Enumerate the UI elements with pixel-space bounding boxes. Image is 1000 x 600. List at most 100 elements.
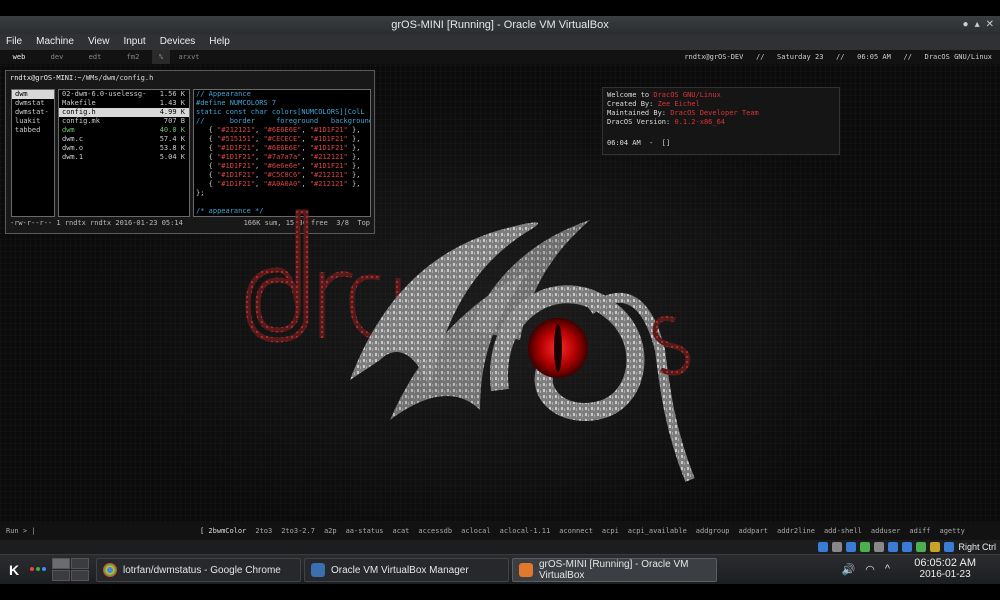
dwm-status-text: rndtx@grOS-DEV // Saturday 23 // 06:05 A… — [684, 53, 992, 61]
list-item[interactable]: dwm.o 53.8 K — [59, 144, 189, 153]
file-info: -rw-r--r-- 1 rndtx rndtx 2016-01-23 05:1… — [10, 219, 183, 227]
list-item[interactable]: tabbed — [12, 126, 54, 135]
run-prompt[interactable]: Run > | — [6, 522, 36, 540]
dwm-bar: web dev edt fm2 % arxvt rndtx@grOS-DEV /… — [0, 50, 1000, 64]
ranger-parent-column[interactable]: dwm dwmstat dwmstat- luakit tabbed — [11, 89, 55, 217]
tray-expand-icon[interactable]: ^ — [885, 563, 890, 576]
vbox-menubar: File Machine View Input Devices Help — [0, 34, 1000, 50]
close-icon[interactable]: ✕ — [986, 16, 994, 34]
volume-icon[interactable]: 🔊 — [842, 563, 856, 576]
desktop-3[interactable] — [52, 570, 70, 581]
command-item[interactable]: aconnect — [559, 522, 593, 540]
list-item[interactable]: dwm.1 5.04 K — [59, 153, 189, 162]
dwm-tag-fm2[interactable]: fm2 — [114, 50, 152, 64]
cpu-icon[interactable] — [930, 542, 941, 552]
virtualbox-icon — [311, 563, 325, 577]
welcome-terminal[interactable]: Welcome to DracOS GNU/Linux Created By: … — [602, 87, 840, 155]
window-titlebar[interactable]: grOS-MINI [Running] - Oracle VM VirtualB… — [0, 16, 1000, 34]
menu-help[interactable]: Help — [209, 34, 230, 50]
menu-view[interactable]: View — [88, 34, 110, 50]
command-item[interactable]: 2to3 — [255, 522, 272, 540]
menu-devices[interactable]: Devices — [160, 34, 196, 50]
command-item[interactable]: aclocal — [461, 522, 491, 540]
minimize-icon[interactable]: ● — [963, 16, 969, 34]
list-item[interactable]: luakit — [12, 117, 54, 126]
dwm-tag-layout[interactable]: % — [152, 50, 170, 64]
desktop-4[interactable] — [71, 570, 89, 581]
command-item[interactable]: aa-status — [346, 522, 384, 540]
shell-prompt[interactable]: 06:04 AM - [] — [607, 139, 670, 148]
dmenu-run-bar[interactable]: Run > | [ 2bwmColor 2to3 2to3-2.7 a2p aa… — [0, 522, 1000, 540]
display-icon[interactable] — [902, 542, 913, 552]
optical-drive-icon[interactable] — [832, 542, 843, 552]
vm-window-icon — [519, 563, 533, 577]
command-item[interactable]: adiff — [909, 522, 930, 540]
list-item[interactable]: dwmstat- — [12, 108, 54, 117]
list-item[interactable]: dwm — [12, 90, 54, 99]
host-taskbar: K lotrfan/dwmstatus - Google Chrome Orac… — [0, 554, 1000, 584]
menu-machine[interactable]: Machine — [36, 34, 74, 50]
command-item[interactable]: addr2line — [777, 522, 815, 540]
command-item[interactable]: acpi_available — [628, 522, 687, 540]
dwm-tag-dev[interactable]: dev — [38, 50, 76, 64]
task-vbox-manager[interactable]: Oracle VM VirtualBox Manager — [304, 558, 509, 582]
dwm-tag-arxvt[interactable]: arxvt — [170, 50, 208, 64]
command-item[interactable]: accessdb — [418, 522, 452, 540]
menu-file[interactable]: File — [6, 34, 22, 50]
dwm-tag-edt[interactable]: edt — [76, 50, 114, 64]
list-item[interactable]: Makefile 1.43 K — [59, 99, 189, 108]
code-line: { "#515151", "#CECECE", "#1D1F21" }, — [196, 135, 361, 143]
audio-icon[interactable] — [846, 542, 857, 552]
list-item[interactable]: dwm.c 57.4 K — [59, 135, 189, 144]
dwm-tag-web[interactable]: web — [0, 50, 38, 64]
wifi-icon[interactable]: ◠ — [865, 563, 875, 576]
task-chrome[interactable]: lotrfan/dwmstatus - Google Chrome — [96, 558, 301, 582]
code-line: // Appearance — [196, 90, 251, 98]
window-title: grOS-MINI [Running] - Oracle VM VirtualB… — [391, 19, 609, 31]
command-item[interactable]: addpart — [739, 522, 769, 540]
desktop-2[interactable] — [71, 558, 89, 569]
welcome-line: Welcome to DracOS GNU/Linux — [607, 91, 721, 99]
desktop-1[interactable] — [52, 558, 70, 569]
vbox-status-strip: Right Ctrl — [0, 540, 1000, 554]
system-tray: 🔊 ◠ ^ — [842, 563, 890, 576]
list-item[interactable]: config.mk 707 B — [59, 117, 189, 126]
recording-icon[interactable] — [916, 542, 927, 552]
command-item[interactable]: acat — [393, 522, 410, 540]
list-item[interactable]: 02-dwm-6.0-uselessg- 1.56 K — [59, 90, 189, 99]
clock-time: 06:05:02 AM — [914, 557, 976, 569]
desktop-pager[interactable] — [52, 558, 89, 581]
maintainer-line: Maintained By: DracOS Developer Team — [607, 109, 759, 117]
code-line: #define NUMCOLORS 7 — [196, 99, 277, 107]
kde-launcher-icon[interactable]: K — [4, 560, 24, 580]
hard-disk-icon[interactable] — [818, 542, 829, 552]
code-line: { "#212121", "#6E6E6E", "#1D1F21" }, — [196, 126, 361, 134]
maximize-icon[interactable]: ▴ — [975, 16, 980, 34]
command-item[interactable]: add-shell — [824, 522, 862, 540]
mouse-integration-icon[interactable] — [944, 542, 955, 552]
list-item-selected[interactable]: config.h 4.99 K — [59, 108, 189, 117]
command-item[interactable]: adduser — [871, 522, 901, 540]
command-item[interactable]: 2to3-2.7 — [281, 522, 315, 540]
activities-icon[interactable] — [30, 567, 46, 571]
digital-clock[interactable]: 06:05:02 AM 2016-01-23 — [914, 557, 976, 581]
command-item[interactable]: acpi — [602, 522, 619, 540]
terminal-path: rndtx@grOS-MINI:~/WMs/dwm/config.h — [10, 74, 154, 82]
code-line: // border foreground background — [196, 117, 370, 125]
menu-input[interactable]: Input — [123, 34, 145, 50]
usb-icon[interactable] — [874, 542, 885, 552]
task-vbox-vm[interactable]: grOS-MINI [Running] - Oracle VM VirtualB… — [512, 558, 717, 582]
ranger-file-column[interactable]: 02-dwm-6.0-uselessg- 1.56 K Makefile 1.43 … — [58, 89, 190, 217]
list-item[interactable]: dwmstat — [12, 99, 54, 108]
command-item[interactable]: a2p — [324, 522, 337, 540]
shared-folder-icon[interactable] — [888, 542, 899, 552]
command-item[interactable]: aclocal-1.11 — [500, 522, 551, 540]
guest-screen[interactable]: web dev edt fm2 % arxvt rndtx@grOS-DEV /… — [0, 50, 1000, 540]
command-item[interactable]: addgroup — [696, 522, 730, 540]
top-letterbox — [0, 0, 1000, 16]
network-icon[interactable] — [860, 542, 871, 552]
command-item[interactable]: agetty — [940, 522, 965, 540]
command-item[interactable]: [ 2bwmColor — [200, 522, 246, 540]
bottom-letterbox — [0, 584, 1000, 600]
list-item[interactable]: dwm 40.0 K — [59, 126, 189, 135]
